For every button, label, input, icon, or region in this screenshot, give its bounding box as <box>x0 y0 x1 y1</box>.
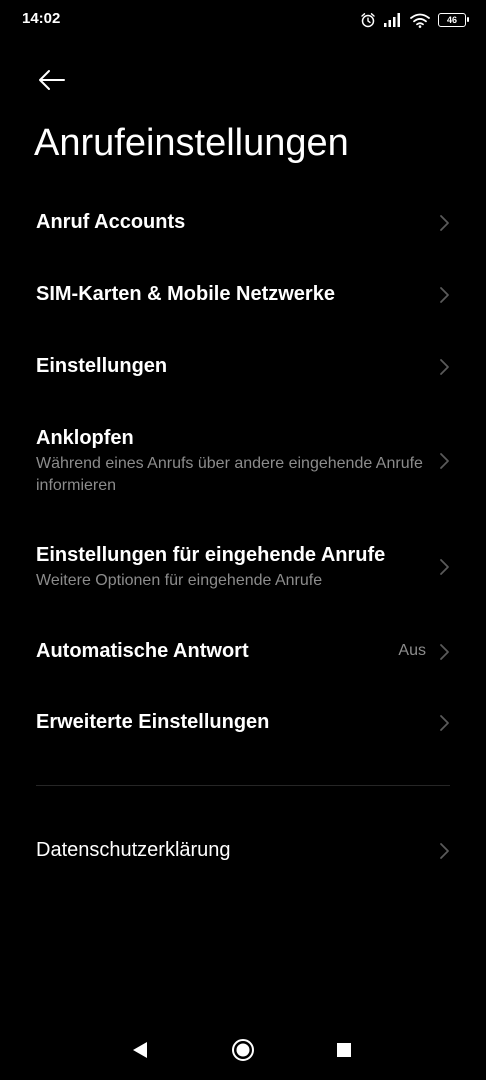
nav-recents-icon[interactable] <box>332 1038 356 1062</box>
chevron-right-icon <box>438 214 450 232</box>
settings-item-subtitle: Während eines Anrufs über andere eingehe… <box>36 455 423 494</box>
chevron-right-icon <box>438 558 450 576</box>
chevron-right-icon <box>438 452 450 470</box>
status-time: 14:02 <box>22 10 61 27</box>
chevron-right-icon <box>438 714 450 732</box>
settings-item-title: Erweiterte Einstellungen <box>36 711 270 733</box>
settings-item-erweiterte-einstellungen[interactable]: Erweiterte Einstellungen <box>0 709 486 737</box>
settings-item-datenschutz[interactable]: Datenschutzerklärung <box>0 837 486 865</box>
nav-home-icon[interactable] <box>231 1038 255 1062</box>
wifi-icon <box>410 13 430 28</box>
settings-item-value: Aus <box>398 642 426 659</box>
chevron-right-icon <box>438 358 450 376</box>
settings-item-title: SIM-Karten & Mobile Netzwerke <box>36 283 335 305</box>
section-divider <box>36 785 450 786</box>
back-button[interactable] <box>34 64 70 96</box>
settings-item-einstellungen[interactable]: Einstellungen <box>0 353 486 381</box>
chevron-right-icon <box>438 643 450 661</box>
battery-level: 46 <box>446 14 457 25</box>
settings-item-title: Automatische Antwort <box>36 640 249 662</box>
page-title: Anrufeinstellungen <box>34 122 349 164</box>
signal-icon <box>384 13 402 27</box>
battery-icon: 46 <box>438 13 469 27</box>
settings-item-anklopfen[interactable]: Anklopfen Während eines Anrufs über ande… <box>0 425 486 499</box>
settings-item-title: Anklopfen <box>36 427 134 449</box>
settings-item-eingehende-anrufe[interactable]: Einstellungen für eingehende Anrufe Weit… <box>0 542 486 594</box>
nav-back-icon[interactable] <box>128 1038 152 1062</box>
settings-item-automatische-antwort[interactable]: Automatische Antwort Aus <box>0 638 486 666</box>
settings-item-title: Einstellungen für eingehende Anrufe <box>36 544 386 566</box>
chevron-right-icon <box>438 286 450 304</box>
alarm-icon <box>360 12 376 28</box>
settings-item-title: Datenschutzerklärung <box>36 839 231 861</box>
settings-item-title: Einstellungen <box>36 355 168 377</box>
settings-item-sim-karten[interactable]: SIM-Karten & Mobile Netzwerke <box>0 281 486 309</box>
chevron-right-icon <box>438 842 450 860</box>
settings-item-title: Anruf Accounts <box>36 211 186 233</box>
settings-item-subtitle: Weitere Optionen für eingehende Anrufe <box>36 572 323 589</box>
settings-item-anruf-accounts[interactable]: Anruf Accounts <box>0 209 486 237</box>
status-bar: 14:02 46 <box>0 0 486 40</box>
navigation-bar <box>0 1020 486 1080</box>
status-icons: 46 <box>360 10 469 30</box>
arrow-left-icon <box>34 70 70 100</box>
